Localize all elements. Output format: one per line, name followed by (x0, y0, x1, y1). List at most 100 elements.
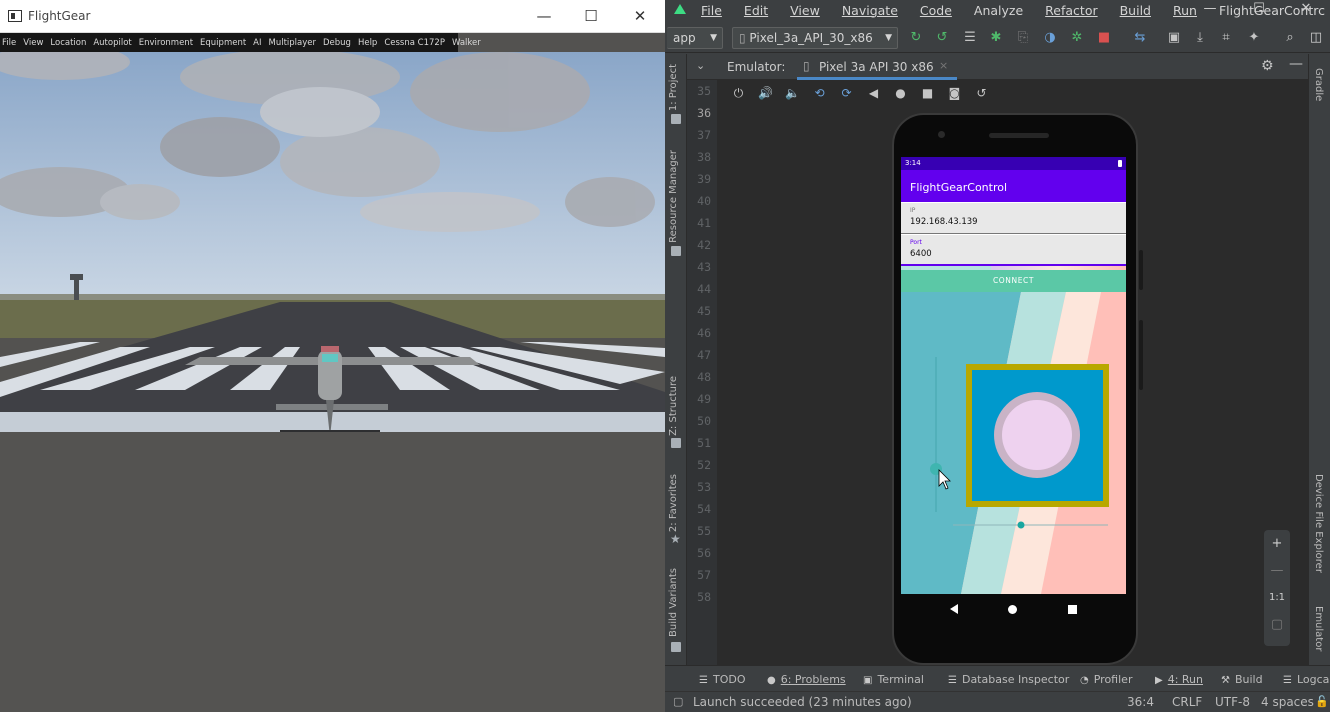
studio-minimize-button[interactable]: — (1187, 0, 1233, 20)
rudder-thumb[interactable] (1017, 521, 1025, 529)
port-input[interactable]: 6400 (910, 249, 932, 259)
tab-problems[interactable]: ● 6: Problems (767, 673, 846, 686)
port-field[interactable]: Port 6400 (901, 235, 1126, 266)
fg-menu-equipment[interactable]: Equipment (200, 38, 246, 48)
ip-input[interactable]: 192.168.43.139 (910, 217, 978, 227)
debug-icon[interactable]: ✱ (987, 29, 1005, 47)
studio-menu-view[interactable]: View (790, 3, 831, 18)
tab-profiler[interactable]: ◔ Profiler (1080, 673, 1132, 686)
nav-recents-icon[interactable] (1067, 604, 1077, 614)
studio-menu-refactor[interactable]: Refactor (1045, 3, 1108, 18)
fg-menu-debug[interactable]: Debug (323, 38, 351, 48)
studio-menu-code[interactable]: Code (920, 3, 963, 18)
stop-icon[interactable]: ■ (1095, 29, 1113, 47)
fg-menu-autopilot[interactable]: Autopilot (93, 38, 131, 48)
studio-maximize-button[interactable]: ☐ (1236, 0, 1282, 20)
device-selector[interactable]: ▯ Pixel_3a_API_30_x86 ▼ (732, 27, 898, 49)
tab-emulator[interactable]: Emulator (1313, 606, 1324, 651)
studio-menu-build[interactable]: Build (1120, 3, 1162, 18)
overview-icon[interactable]: ■ (914, 86, 941, 106)
phone-volume-button[interactable] (1139, 320, 1143, 390)
nav-back-icon[interactable] (950, 604, 959, 614)
maximize-button[interactable]: ☐ (568, 0, 614, 33)
studio-menu-file[interactable]: File (701, 3, 733, 18)
fg-menu-view[interactable]: View (23, 38, 43, 48)
sync-gradle-icon[interactable]: ◫ (1307, 29, 1325, 47)
fg-menu-help[interactable]: Help (358, 38, 377, 48)
lock-icon[interactable]: 🔓 (1315, 695, 1329, 708)
camera-icon[interactable]: ◙ (941, 86, 968, 106)
close-button[interactable]: ✕ (617, 0, 663, 33)
layout-inspector-icon[interactable]: ⌗ (1217, 29, 1235, 47)
status-message[interactable]: Launch succeeded (23 minutes ago) (693, 695, 912, 709)
attach-icon[interactable]: ⎘ (1014, 29, 1032, 47)
tab-database-inspector[interactable]: ☰ Database Inspector (948, 673, 1069, 686)
home-icon[interactable]: ● (887, 86, 914, 106)
tab-todo[interactable]: ☰ TODO (699, 673, 745, 686)
fg-menu-walker[interactable]: Walker (452, 38, 481, 48)
rotate-left-icon[interactable]: ⟲ (806, 86, 833, 106)
ip-field[interactable]: IP 192.168.43.139 (901, 203, 1126, 234)
studio-menu-edit[interactable]: Edit (744, 3, 779, 18)
gear-icon[interactable]: ⚙ (1261, 58, 1274, 74)
zoom-fit-icon[interactable]: ▢ (1264, 611, 1290, 638)
phone-power-button[interactable] (1139, 250, 1143, 290)
tab-run[interactable]: ▶ 4: Run (1155, 673, 1203, 686)
power-icon[interactable]: ⏻ (725, 86, 752, 106)
hide-panel-icon[interactable]: — (1289, 56, 1303, 72)
fg-menu-file[interactable]: File (2, 38, 16, 48)
volume-down-icon[interactable]: 🔈 (779, 86, 806, 106)
fg-menu-aircraft[interactable]: Cessna C172P (384, 38, 445, 48)
rotate-right-icon[interactable]: ⟳ (833, 86, 860, 106)
tab-favorites[interactable]: 2: Favorites (668, 474, 679, 532)
joystick-knob[interactable] (1002, 400, 1072, 470)
tab-logcat[interactable]: ☰ Logca (1283, 673, 1329, 686)
zoom-actual-size-button[interactable]: 1:1 (1264, 584, 1290, 611)
studio-close-button[interactable]: ✕ (1283, 0, 1329, 20)
sdk-manager-icon[interactable]: ⤓ (1191, 29, 1209, 47)
close-icon[interactable]: × (939, 59, 948, 72)
zoom-out-button[interactable]: — (1264, 557, 1290, 584)
profile-icon[interactable]: ◑ (1041, 29, 1059, 47)
fg-menu-environment[interactable]: Environment (139, 38, 193, 48)
tab-device-file-explorer[interactable]: Device File Explorer (1313, 474, 1324, 573)
coverage-icon[interactable]: ☰ (961, 29, 979, 47)
layout-icon[interactable]: ▢ (673, 695, 683, 708)
emulator-device-tab[interactable]: ▯ Pixel 3a API 30 x86 × (797, 54, 957, 80)
fg-menu-location[interactable]: Location (50, 38, 86, 48)
search-icon[interactable]: ⌕ (1281, 29, 1299, 47)
studio-menu-analyze[interactable]: Analyze (974, 3, 1034, 18)
sync-icon[interactable]: ⇆ (1131, 29, 1149, 47)
connect-button[interactable]: CONNECT (901, 270, 1126, 292)
assistant-icon[interactable]: ✦ (1245, 29, 1263, 47)
avd-manager-icon[interactable]: ▣ (1165, 29, 1183, 47)
back-icon[interactable]: ◀ (860, 86, 887, 106)
zoom-in-button[interactable]: + (1264, 530, 1290, 557)
studio-menu-navigate[interactable]: Navigate (842, 3, 909, 18)
indent-setting[interactable]: 4 spaces (1261, 695, 1314, 709)
tab-build[interactable]: ⚒ Build (1221, 673, 1263, 686)
fg-menu-multiplayer[interactable]: Multiplayer (269, 38, 317, 48)
apply-changes-icon[interactable]: ↻ (907, 29, 925, 47)
minimize-button[interactable]: — (521, 0, 567, 33)
cursor-position[interactable]: 36:4 (1127, 695, 1154, 709)
tab-terminal[interactable]: ▣ Terminal (863, 673, 924, 686)
attach-debugger-icon[interactable]: ✲ (1068, 29, 1086, 47)
nav-home-icon[interactable] (1008, 604, 1018, 614)
tab-project[interactable]: 1: Project (668, 64, 679, 111)
snapshot-icon[interactable]: ↺ (968, 86, 995, 106)
list-icon: ☰ (699, 675, 708, 686)
tab-structure[interactable]: Z: Structure (668, 376, 679, 436)
apply-code-changes-icon[interactable]: ↺ (933, 29, 951, 47)
tab-resource-manager[interactable]: Resource Manager (668, 150, 679, 243)
chevron-down-icon[interactable]: ⌄ (696, 59, 705, 72)
tab-gradle[interactable]: Gradle (1313, 68, 1324, 101)
volume-up-icon[interactable]: 🔊 (752, 86, 779, 106)
tab-build-variants[interactable]: Build Variants (668, 568, 679, 637)
flight-scene[interactable] (0, 52, 665, 432)
module-selector[interactable]: app ▼ (667, 27, 723, 49)
file-encoding[interactable]: UTF-8 (1215, 695, 1250, 709)
line-separator[interactable]: CRLF (1172, 695, 1202, 709)
fg-menu-ai[interactable]: AI (253, 38, 261, 48)
battery-icon (1118, 160, 1122, 167)
